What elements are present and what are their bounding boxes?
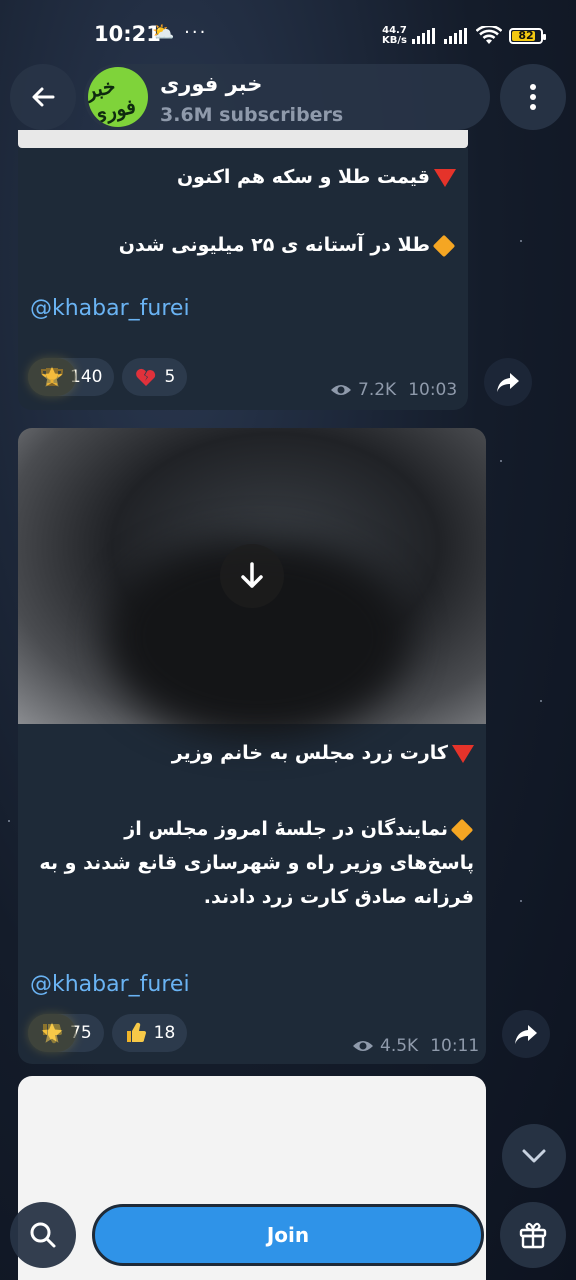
reactions-bar: 75 18 (28, 1014, 188, 1052)
status-time: 10:21 (94, 22, 161, 46)
share-button[interactable] (484, 358, 532, 406)
network-speed: 44.7 KB/s (382, 26, 407, 46)
avatar-logo-text: خبر فوری (88, 73, 138, 127)
previous-media-edge (18, 130, 468, 148)
message-time: 10:03 (408, 380, 458, 400)
reaction-star[interactable] (28, 358, 76, 396)
orange-diamond-icon (432, 234, 456, 257)
reaction-count: 18 (153, 1023, 176, 1043)
red-triangle-icon (434, 168, 456, 187)
channel-link[interactable]: @khabar_furei (18, 968, 202, 1002)
wifi-icon (476, 26, 502, 44)
gift-button[interactable] (500, 1202, 566, 1268)
battery-percent: 82 (518, 29, 534, 42)
reaction-count: 5 (164, 367, 176, 387)
share-button[interactable] (502, 1010, 550, 1058)
signal-icon (412, 28, 435, 44)
message-bubble: کارت زرد مجلس به خانم وزیر نمایندگان در … (18, 428, 486, 1064)
chevron-down-icon (522, 1149, 546, 1163)
background-star (500, 460, 502, 462)
reaction-star[interactable] (28, 1014, 76, 1052)
join-button[interactable]: Join (92, 1204, 484, 1266)
back-button[interactable] (10, 64, 76, 130)
share-arrow-icon (515, 1025, 537, 1044)
background-star (540, 700, 542, 702)
download-button[interactable] (220, 544, 284, 608)
search-button[interactable] (10, 1202, 76, 1268)
background-star (520, 240, 522, 242)
vertical-dots-icon (530, 84, 536, 110)
background-star (520, 900, 522, 902)
reaction-thumbs-up[interactable]: 18 (111, 1014, 188, 1052)
message-meta: 7.2K 10:03 (330, 380, 457, 400)
broken-heart-icon (136, 368, 156, 386)
more-options-button[interactable] (500, 64, 566, 130)
thumbs-up-icon (126, 1022, 146, 1042)
notification-icons: ⛅ ··· (152, 22, 208, 43)
scroll-down-button[interactable] (502, 1124, 566, 1188)
message-time: 10:11 (430, 1036, 480, 1056)
channel-avatar[interactable]: خبر فوری (88, 67, 148, 127)
view-count: 4.5K (380, 1036, 419, 1056)
channel-header[interactable]: خبر فوری خبر فوری 3.6M subscribers (84, 64, 490, 130)
eye-icon (353, 1041, 373, 1051)
reaction-broken-heart[interactable]: 5 (122, 358, 188, 396)
message-headline: قیمت طلا و سکه هم اکنون (18, 160, 468, 194)
arrow-left-icon (32, 87, 55, 107)
search-icon (30, 1222, 56, 1248)
message-body: طلا در آستانه ی ۲۵ میلیونی شدن (18, 228, 468, 262)
message-body: نمایندگان در جلسهٔ امروز مجلس از پاسخ‌ها… (39, 818, 474, 908)
network-speed-unit: KB/s (382, 35, 407, 46)
subscriber-count: 3.6M subscribers (160, 104, 344, 126)
star-icon (41, 1022, 63, 1043)
gift-icon (519, 1222, 547, 1249)
message-headline: کارت زرد مجلس به خانم وزیر (18, 736, 486, 770)
orange-diamond-icon (450, 818, 474, 841)
reactions-bar: 140 5 (28, 358, 188, 396)
download-arrow-icon (241, 562, 263, 588)
eye-icon (331, 385, 351, 395)
red-triangle-icon (452, 744, 474, 763)
view-count: 7.2K (358, 380, 397, 400)
channel-title: خبر فوری (160, 72, 263, 96)
status-bar: 10:21 ⛅ ··· 44.7 KB/s 82 (0, 0, 576, 60)
background-star (8, 820, 10, 822)
signal-icon-2 (444, 28, 467, 44)
video-thumbnail[interactable] (18, 428, 486, 738)
battery-icon: 82 (509, 28, 546, 44)
star-icon (41, 366, 63, 387)
message-meta: 4.5K 10:11 (352, 1036, 479, 1056)
share-arrow-icon (497, 373, 519, 392)
channel-link[interactable]: @khabar_furei (18, 292, 468, 326)
